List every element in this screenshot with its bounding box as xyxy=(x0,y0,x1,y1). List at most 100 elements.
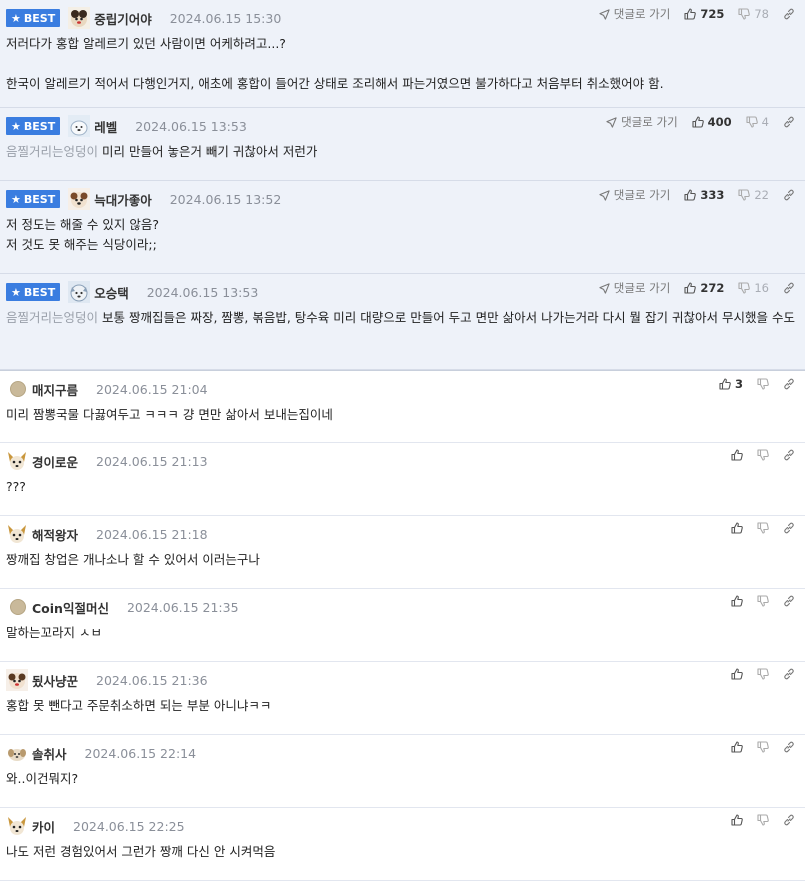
avatar-dog-icon[interactable] xyxy=(68,281,91,303)
reply-link[interactable]: 댓글로 가기 xyxy=(599,6,670,22)
copy-link-button[interactable] xyxy=(783,116,795,128)
comment-actions xyxy=(717,814,795,826)
comment-item: 해적왕자 2024.06.15 21:18 짱깨집 창업은 개나소나 할 수 있… xyxy=(0,516,805,589)
copy-link-button[interactable] xyxy=(783,378,795,390)
comment-list: ★ BEST 중립기어야 2024.06.15 15:30 댓글로 가기 725 … xyxy=(0,0,805,881)
upvote-button[interactable] xyxy=(731,522,743,534)
upvote-button[interactable] xyxy=(731,449,743,461)
downvote-button[interactable] xyxy=(757,595,769,607)
upvote-count: 725 xyxy=(700,7,725,21)
reply-link[interactable]: 댓글로 가기 xyxy=(599,187,670,203)
avatar-puppy-icon[interactable] xyxy=(68,7,91,29)
copy-link-button[interactable] xyxy=(783,189,795,201)
upvote-button[interactable]: 272 xyxy=(684,281,724,295)
avatar-puppy-icon[interactable] xyxy=(6,669,28,691)
downvote-button[interactable]: 4 xyxy=(746,115,769,129)
reply-link[interactable]: 댓글로 가기 xyxy=(606,114,678,130)
link-icon xyxy=(784,116,794,128)
link-icon xyxy=(784,522,794,534)
mention-tag[interactable]: 음찔거리는엉덩이 xyxy=(6,144,98,159)
avatar-dog-icon[interactable] xyxy=(68,115,91,137)
comment-author[interactable]: 늑대가좋아 xyxy=(94,190,152,209)
downvote-count: 78 xyxy=(754,7,769,21)
best-badge: ★ BEST xyxy=(6,190,61,208)
mention-tag[interactable]: 음찔거리는엉덩이 xyxy=(6,310,98,325)
downvote-button[interactable] xyxy=(757,668,769,680)
comment-date: 2024.06.15 15:30 xyxy=(169,10,282,26)
link-icon xyxy=(784,282,794,294)
downvote-button[interactable] xyxy=(757,449,769,461)
comment-author[interactable]: 레벨 xyxy=(94,117,117,136)
thumbs-up-icon xyxy=(719,378,731,390)
upvote-button[interactable] xyxy=(731,741,743,753)
comment-author[interactable]: 됬사냥꾼 xyxy=(32,671,78,690)
thumbs-down-icon xyxy=(757,378,769,390)
downvote-button[interactable] xyxy=(757,522,769,534)
avatar-chihuahua-icon[interactable] xyxy=(6,815,28,837)
upvote-button[interactable] xyxy=(731,814,743,826)
link-icon xyxy=(784,449,794,461)
copy-link-button[interactable] xyxy=(783,449,795,461)
avatar-chihuahua-icon[interactable] xyxy=(6,523,28,545)
comment-date: 2024.06.15 21:13 xyxy=(96,453,208,469)
downvote-button[interactable] xyxy=(757,378,769,390)
comment-item: 매지구름 2024.06.15 21:04 3 미리 짬뽕국물 다끓여두고 ㅋㅋ… xyxy=(0,370,805,443)
comment-text: 미리 짬뽕국물 다끓여두고 ㅋㅋㅋ 걍 면만 삶아서 보내는집이네 xyxy=(6,407,333,422)
comment-date: 2024.06.15 22:14 xyxy=(84,745,197,761)
send-icon xyxy=(606,116,617,128)
avatar-dog-icon[interactable] xyxy=(6,742,28,764)
downvote-count: 16 xyxy=(754,281,769,295)
copy-link-button[interactable] xyxy=(783,595,795,607)
upvote-button[interactable]: 333 xyxy=(684,188,724,202)
star-icon: ★ xyxy=(11,285,21,299)
comment-author[interactable]: 매지구름 xyxy=(32,380,78,399)
comment-actions: 3 xyxy=(705,377,795,391)
downvote-button[interactable]: 22 xyxy=(738,188,769,202)
comment-date: 2024.06.15 21:04 xyxy=(96,381,208,397)
comment-actions: 댓글로 가기 725 78 xyxy=(585,6,795,22)
avatar-puppy-icon[interactable] xyxy=(68,188,91,210)
comment-text: 나도 저런 경험있어서 그런가 짱깨 다신 안 시켜먹음 xyxy=(6,844,276,859)
copy-link-button[interactable] xyxy=(783,668,795,680)
comment-text: ??? xyxy=(6,479,26,494)
comment-item: ★ BEST 레벨 2024.06.15 13:53 댓글로 가기 400 4 음… xyxy=(0,108,805,181)
comment-author[interactable]: 오승택 xyxy=(94,283,129,302)
upvote-button[interactable] xyxy=(731,668,743,680)
comment-author[interactable]: 솔취사 xyxy=(32,744,67,763)
thumbs-up-icon xyxy=(684,8,697,20)
avatar-chihuahua-icon[interactable] xyxy=(6,450,28,472)
copy-link-button[interactable] xyxy=(783,522,795,534)
copy-link-button[interactable] xyxy=(783,741,795,753)
downvote-button[interactable] xyxy=(757,741,769,753)
downvote-button[interactable] xyxy=(757,814,769,826)
comment-author[interactable]: Coin익절머신 xyxy=(32,598,109,617)
downvote-button[interactable]: 78 xyxy=(738,7,769,21)
copy-link-button[interactable] xyxy=(783,282,795,294)
comment-item: ★ BEST 중립기어야 2024.06.15 15:30 댓글로 가기 725 … xyxy=(0,0,805,108)
downvote-button[interactable]: 16 xyxy=(738,281,769,295)
upvote-button[interactable]: 400 xyxy=(692,115,732,129)
thumbs-up-icon xyxy=(731,449,743,461)
avatar-default-icon[interactable] xyxy=(10,381,26,397)
star-icon: ★ xyxy=(11,119,21,133)
comment-text: 말하는꼬라지 ㅅㅂ xyxy=(6,625,102,640)
upvote-count: 3 xyxy=(734,377,743,391)
copy-link-button[interactable] xyxy=(783,8,795,20)
comment-item: 카이 2024.06.15 22:25 나도 저런 경험있어서 그런가 짱깨 다… xyxy=(0,808,805,881)
thumbs-up-icon xyxy=(731,814,743,826)
thumbs-up-icon xyxy=(731,522,743,534)
comment-actions xyxy=(717,449,795,461)
comment-author[interactable]: 해적왕자 xyxy=(32,525,78,544)
comment-author[interactable]: 중립기어야 xyxy=(94,9,152,28)
upvote-button[interactable] xyxy=(731,595,743,607)
reply-link[interactable]: 댓글로 가기 xyxy=(599,280,670,296)
comment-author[interactable]: 경이로운 xyxy=(32,452,78,471)
best-badge: ★ BEST xyxy=(6,283,61,301)
upvote-button[interactable]: 725 xyxy=(684,7,724,21)
comment-date: 2024.06.15 13:52 xyxy=(169,191,282,207)
downvote-count: 22 xyxy=(754,188,769,202)
avatar-default-icon[interactable] xyxy=(10,599,26,615)
comment-author[interactable]: 카이 xyxy=(32,817,55,836)
upvote-button[interactable]: 3 xyxy=(719,377,743,391)
copy-link-button[interactable] xyxy=(783,814,795,826)
